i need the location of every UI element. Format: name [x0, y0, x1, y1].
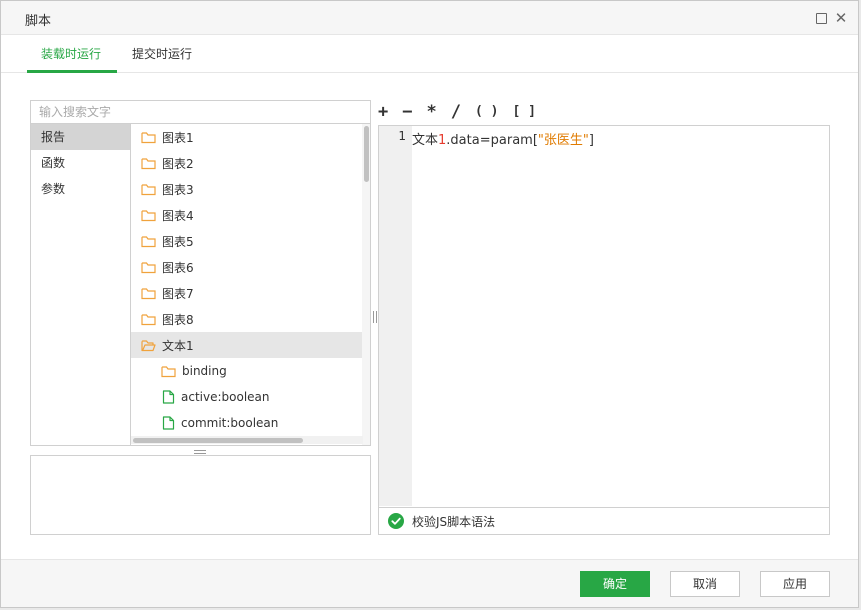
- folder-icon: [141, 235, 156, 247]
- tab-on-load[interactable]: 装载时运行: [41, 45, 101, 62]
- code-line[interactable]: 文本1.data=param["张医生"]: [412, 129, 594, 148]
- category-parameters[interactable]: 参数: [31, 176, 130, 202]
- tree-panel: 报告 函数 参数 图表1 图表2 图表3 图表4 图表5 图表6 图表7 图表8…: [30, 124, 371, 446]
- tree-node-label: 图表4: [162, 208, 194, 223]
- tree-node-label: 图表5: [162, 234, 194, 249]
- code-string: "张医生": [537, 133, 589, 148]
- validate-js-label: 校验JS脚本语法: [412, 514, 496, 529]
- plus-operator-button[interactable]: +: [378, 102, 388, 122]
- line-number: 1: [398, 129, 406, 143]
- folder-icon: [141, 209, 156, 221]
- folder-icon: [161, 365, 176, 377]
- tree-node-label: 图表1: [162, 130, 194, 145]
- script-editor[interactable]: 1 文本1.data=param["张医生"] 校验JS脚本语法: [378, 125, 830, 535]
- minus-operator-button[interactable]: −: [402, 102, 412, 122]
- description-panel: [30, 455, 371, 535]
- horizontal-splitter-handle[interactable]: [194, 450, 206, 454]
- brackets-operator-button[interactable]: [ ]: [512, 102, 535, 122]
- tree-node[interactable]: 图表1: [131, 124, 363, 150]
- tab-bar: 装载时运行 提交时运行: [1, 35, 858, 73]
- tree-node-label: 图表3: [162, 182, 194, 197]
- folder-icon: [141, 261, 156, 273]
- tree-node-label: 图表8: [162, 312, 194, 327]
- apply-button[interactable]: 应用: [760, 571, 830, 597]
- tree-node[interactable]: 图表2: [131, 150, 363, 176]
- content-area: 报告 函数 参数 图表1 图表2 图表3 图: [1, 73, 858, 559]
- tree-node[interactable]: commit:boolean: [131, 410, 363, 436]
- script-dialog: 脚本 ✕ 装载时运行 提交时运行 报告 函数 参数 图表1 图表2: [0, 0, 859, 608]
- divide-operator-button[interactable]: /: [451, 102, 461, 122]
- code-bracket: ]: [588, 133, 594, 148]
- validate-js-button[interactable]: 校验JS脚本语法: [379, 507, 829, 534]
- code-function: param[: [490, 133, 538, 148]
- tree-node-label: 文本1: [162, 338, 194, 353]
- tree-node-label: 图表6: [162, 260, 194, 275]
- cancel-button[interactable]: 取消: [670, 571, 740, 597]
- tree-node-label: binding: [182, 364, 227, 378]
- tree-node[interactable]: 图表3: [131, 176, 363, 202]
- title-bar: 脚本 ✕: [1, 1, 858, 35]
- parentheses-operator-button[interactable]: ( ): [475, 102, 498, 122]
- tab-on-submit[interactable]: 提交时运行: [132, 45, 192, 62]
- folder-icon: [141, 313, 156, 325]
- tree-vertical-scroll-thumb[interactable]: [364, 126, 369, 182]
- tree-horizontal-scroll-thumb[interactable]: [133, 438, 303, 443]
- check-circle-icon: [388, 513, 404, 529]
- code-property: .data: [446, 133, 480, 148]
- tree-node-label: 图表7: [162, 286, 194, 301]
- multiply-operator-button[interactable]: *: [427, 102, 437, 122]
- file-icon: [162, 416, 175, 430]
- tree-node[interactable]: 图表4: [131, 202, 363, 228]
- close-icon[interactable]: ✕: [834, 11, 848, 26]
- dialog-title: 脚本: [25, 14, 52, 29]
- dialog-footer: 确定 取消 应用: [1, 559, 858, 607]
- vertical-splitter-handle[interactable]: [373, 311, 377, 323]
- component-tree: 图表1 图表2 图表3 图表4 图表5 图表6 图表7 图表8 文本1 bind…: [131, 124, 370, 445]
- tree-node[interactable]: active:boolean: [131, 384, 363, 410]
- tree-node-label: commit:boolean: [181, 416, 279, 430]
- tree-node-label: active:boolean: [181, 390, 270, 404]
- code-identifier: 文本: [412, 133, 439, 148]
- ok-button[interactable]: 确定: [580, 571, 650, 597]
- tree-node[interactable]: 图表6: [131, 254, 363, 280]
- folder-icon: [141, 131, 156, 143]
- folder-open-icon: [141, 339, 156, 351]
- folder-icon: [141, 183, 156, 195]
- maximize-icon[interactable]: [814, 11, 828, 25]
- tree-node-selected[interactable]: 文本1: [131, 332, 363, 358]
- line-number-gutter: 1: [379, 126, 412, 506]
- code-operator: =: [479, 133, 491, 148]
- tree-node-label: 图表2: [162, 156, 194, 171]
- operator-toolbar: + − * / ( ) [ ]: [378, 101, 550, 123]
- search-input[interactable]: [30, 100, 371, 124]
- file-icon: [162, 390, 175, 404]
- category-functions[interactable]: 函数: [31, 150, 130, 176]
- tree-node[interactable]: 图表5: [131, 228, 363, 254]
- folder-icon: [141, 157, 156, 169]
- category-report[interactable]: 报告: [31, 124, 130, 150]
- category-list: 报告 函数 参数: [31, 124, 131, 445]
- tree-node[interactable]: binding: [131, 358, 363, 384]
- tree-node[interactable]: 图表7: [131, 280, 363, 306]
- folder-icon: [141, 287, 156, 299]
- tree-node[interactable]: 图表8: [131, 306, 363, 332]
